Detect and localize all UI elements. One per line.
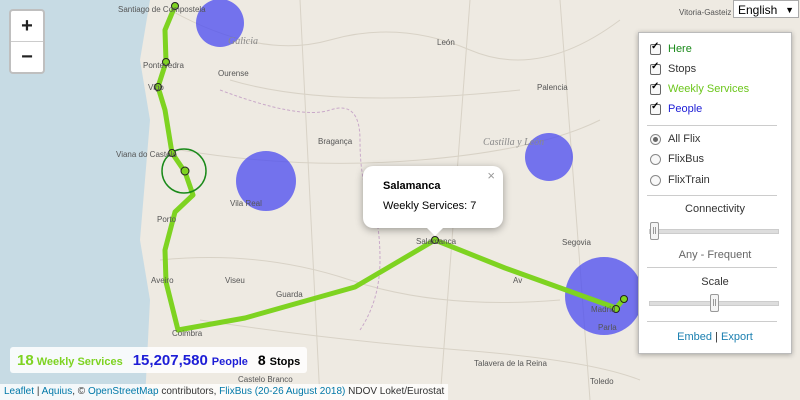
place-label: Viana do Castelo	[116, 150, 177, 159]
place-label: Madrid	[591, 305, 615, 314]
attribution-contributors: contributors,	[161, 386, 217, 397]
place-label: Coimbra	[172, 329, 203, 338]
attribution-separator: |	[36, 386, 40, 397]
place-label: Palencia	[537, 83, 568, 92]
checkbox-checked-icon	[650, 101, 661, 115]
links-separator: |	[715, 331, 718, 343]
zoom-in-button[interactable]: +	[11, 11, 43, 42]
connectivity-slider-handle[interactable]	[650, 222, 659, 240]
leaflet-link[interactable]: Leaflet	[4, 386, 34, 397]
flixbus-link[interactable]: FlixBus (20-26 August 2018)	[219, 386, 345, 397]
place-label: Aveiro	[151, 276, 174, 285]
layer-label-here: Here	[668, 43, 692, 55]
scale-slider[interactable]	[649, 294, 779, 312]
layer-label-weekly-services: Weekly Services	[668, 83, 750, 95]
divider	[647, 267, 777, 268]
export-link[interactable]: Export	[721, 331, 753, 343]
connectivity-title: Connectivity	[685, 203, 745, 215]
place-label: Ourense	[218, 69, 249, 78]
zoom-control: + −	[9, 9, 45, 74]
region-label: Castilla y León	[483, 137, 544, 148]
checkbox-checked-icon	[650, 61, 661, 75]
language-value: English	[738, 3, 778, 17]
place-label: Vitoria-Gasteiz	[679, 8, 731, 17]
language-select[interactable]: English ▼	[733, 0, 799, 18]
place-label: León	[437, 38, 455, 47]
layer-label-stops: Stops	[668, 63, 697, 75]
place-label: Vila Real	[230, 199, 262, 208]
zoom-out-button[interactable]: −	[11, 42, 43, 72]
place-label: Bragança	[318, 137, 353, 146]
layer-label-people: People	[668, 103, 703, 115]
summary-stats: 18 Weekly Services 15,207,580 People 8 S…	[10, 347, 308, 373]
radio-selected-icon	[650, 133, 661, 145]
connectivity-slider[interactable]	[649, 222, 779, 240]
checkbox-checked-icon	[650, 41, 661, 55]
chevron-down-icon: ▼	[785, 5, 794, 15]
radio-icon	[650, 174, 661, 186]
divider	[647, 321, 777, 322]
embed-link[interactable]: Embed	[677, 331, 712, 343]
stops-count: 8	[257, 352, 266, 368]
aquius-link[interactable]: Aquius	[42, 386, 73, 397]
mode-label: FlixBus	[668, 153, 705, 165]
weekly-services-label: Weekly Services	[36, 356, 123, 368]
place-label: Segovia	[562, 238, 591, 247]
divider	[647, 195, 777, 196]
place-label: Vigo	[148, 83, 164, 92]
attribution-copyright: , ©	[72, 386, 86, 397]
map-popup: × Salamanca Weekly Services: 7	[363, 166, 503, 228]
popup-weekly-services: Weekly Services: 7	[383, 200, 477, 212]
popup-title: Salamanca	[383, 180, 441, 192]
place-label: Castelo Branco	[238, 375, 293, 384]
stop-marker[interactable]	[180, 166, 190, 176]
popup-tip	[426, 227, 444, 236]
connectivity-caption: Any - Frequent	[678, 249, 752, 261]
radio-icon	[650, 153, 661, 165]
place-label: Pontevedra	[143, 61, 184, 70]
place-label: Salamanca	[416, 237, 457, 246]
place-label: Toledo	[590, 377, 614, 386]
place-label: Av	[513, 276, 522, 285]
place-label: Porto	[157, 215, 177, 224]
scale-title: Scale	[701, 276, 729, 288]
attribution: Leaflet | Aquius, © OpenStreetMap contri…	[0, 384, 449, 400]
place-label: Santiago de Compostela	[118, 5, 206, 14]
stop-marker[interactable]	[620, 295, 628, 303]
weekly-services-count: 18	[17, 352, 34, 369]
layer-checkbox-stops[interactable]: Stops	[650, 61, 697, 75]
region-label: Galicia	[228, 36, 258, 47]
layer-checkbox-people[interactable]: People	[650, 101, 703, 115]
divider	[647, 125, 777, 126]
mode-radio-flixbus[interactable]: FlixBus	[650, 153, 704, 165]
scale-slider-handle[interactable]	[710, 294, 719, 312]
osm-link[interactable]: OpenStreetMap	[88, 386, 159, 397]
panel-links: Embed | Export	[639, 331, 791, 343]
control-panel: Here Stops Weekly Services People All Fl…	[638, 32, 792, 354]
layer-checkbox-here[interactable]: Here	[650, 41, 692, 55]
place-label: Parla	[598, 323, 617, 332]
people-count: 15,207,580	[132, 352, 208, 369]
mode-radio-all-flix[interactable]: All Flix	[650, 133, 700, 145]
close-icon[interactable]: ×	[487, 168, 495, 183]
people-label: People	[211, 356, 248, 368]
place-label: Talavera de la Reina	[474, 359, 547, 368]
mode-label: FlixTrain	[668, 174, 710, 186]
place-label: Viseu	[225, 276, 245, 285]
mode-label: All Flix	[668, 133, 701, 145]
stops-label: Stops	[269, 356, 301, 368]
place-label: Guarda	[276, 290, 303, 299]
layer-checkbox-weekly-services[interactable]: Weekly Services	[650, 81, 750, 95]
attribution-ndov: NDOV Loket/Eurostat	[348, 386, 445, 397]
mode-radio-flixtrain[interactable]: FlixTrain	[650, 174, 710, 186]
checkbox-checked-icon	[650, 81, 661, 95]
